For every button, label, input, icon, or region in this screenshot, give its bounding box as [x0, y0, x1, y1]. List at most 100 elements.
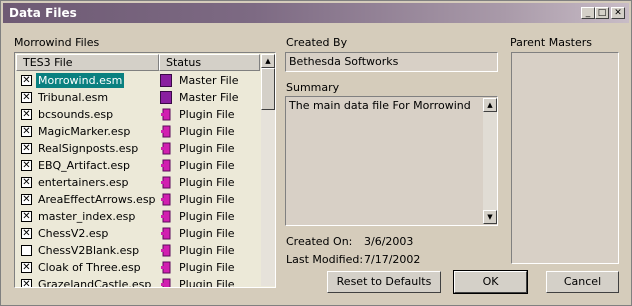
created-on-value: 3/6/2003: [364, 235, 414, 248]
files-list[interactable]: TES3 File Status ✕ Morrowind.esm Master Fi…: [14, 52, 276, 288]
file-name: entertainers.esp: [38, 176, 129, 189]
arrow-up-icon: ▲: [487, 101, 493, 109]
file-checkbox[interactable]: ✕: [21, 211, 32, 222]
created-by-field[interactable]: Bethesda Softworks: [285, 52, 498, 72]
plugin-file-icon: [160, 108, 172, 121]
file-row[interactable]: ✕ master_index.esp Plugin File: [16, 208, 260, 225]
file-row[interactable]: ✕ Cloak of Three.esp Plugin File: [16, 259, 260, 276]
last-modified-label: Last Modified:: [286, 253, 364, 266]
file-name: AreaEffectArrows.esp: [38, 193, 156, 206]
file-name: ChessV2Blank.esp: [38, 244, 140, 257]
file-name: Cloak of Three.esp: [38, 261, 141, 274]
file-row[interactable]: ✕ ChessV2.esp Plugin File: [16, 225, 260, 242]
file-status: Plugin File: [179, 108, 235, 121]
column-header-status[interactable]: Status: [159, 54, 260, 71]
plugin-file-icon: [160, 125, 172, 138]
file-status: Plugin File: [179, 159, 235, 172]
plugin-file-icon: [160, 227, 172, 240]
file-checkbox[interactable]: ✕: [21, 228, 32, 239]
file-checkbox[interactable]: ✕: [21, 143, 32, 154]
plugin-file-icon: [160, 176, 172, 189]
file-status: Plugin File: [179, 142, 235, 155]
files-scrollbar[interactable]: ▲: [261, 54, 275, 286]
file-status: Plugin File: [179, 210, 235, 223]
minimize-icon: _: [585, 8, 591, 18]
plugin-file-icon: [160, 159, 172, 172]
column-header-file[interactable]: TES3 File: [16, 54, 159, 71]
file-status: Master File: [179, 74, 239, 87]
file-status: Plugin File: [179, 193, 235, 206]
file-status: Plugin File: [179, 227, 235, 240]
file-checkbox[interactable]: ✕: [21, 126, 32, 137]
file-name: ChessV2.esp: [38, 227, 109, 240]
data-files-window: Data Files _ □ ✕ Morrowind Files TES3 Fi…: [0, 0, 632, 306]
file-checkbox[interactable]: ✕: [21, 194, 32, 205]
plugin-file-icon: [160, 244, 172, 257]
file-checkbox[interactable]: ✕: [21, 75, 32, 86]
file-checkbox[interactable]: ✕: [21, 177, 32, 188]
file-status: Plugin File: [179, 278, 235, 288]
file-checkbox[interactable]: ✕: [21, 160, 32, 171]
scroll-up-button[interactable]: ▲: [261, 54, 275, 68]
file-name: master_index.esp: [38, 210, 136, 223]
created-on-label: Created On:: [286, 235, 353, 248]
plugin-file-icon: [160, 210, 172, 223]
file-status: Master File: [179, 91, 239, 104]
file-name: bcsounds.esp: [38, 108, 114, 121]
file-checkbox[interactable]: [21, 245, 32, 256]
file-checkbox[interactable]: ✕: [21, 109, 32, 120]
file-row[interactable]: ✕ AreaEffectArrows.esp Plugin File: [16, 191, 260, 208]
file-row[interactable]: ✕ Tribunal.esm Master File: [16, 89, 260, 106]
file-name: Morrowind.esm: [36, 73, 125, 88]
plugin-file-icon: [160, 193, 172, 206]
file-checkbox[interactable]: ✕: [21, 92, 32, 103]
summary-scroll-down-button[interactable]: ▼: [483, 210, 497, 224]
file-row[interactable]: ✕ bcsounds.esp Plugin File: [16, 106, 260, 123]
file-status: Plugin File: [179, 125, 235, 138]
file-row[interactable]: ✕ EBQ_Artifact.esp Plugin File: [16, 157, 260, 174]
file-row[interactable]: ✕ RealSignposts.esp Plugin File: [16, 140, 260, 157]
file-name: RealSignposts.esp: [38, 142, 139, 155]
file-row[interactable]: ✕ entertainers.esp Plugin File: [16, 174, 260, 191]
arrow-up-icon: ▲: [265, 57, 271, 65]
window-title: Data Files: [9, 6, 77, 20]
file-name: GrazelandCastle.esp: [38, 278, 152, 288]
master-file-icon: [160, 91, 172, 104]
file-status: Plugin File: [179, 244, 235, 257]
files-panel-label: Morrowind Files: [14, 36, 100, 49]
file-checkbox[interactable]: ✕: [21, 262, 32, 273]
created-by-label: Created By: [286, 36, 348, 49]
summary-scrollbar[interactable]: ▲ ▼: [483, 98, 497, 224]
file-row[interactable]: ChessV2Blank.esp Plugin File: [16, 242, 260, 259]
minimize-button[interactable]: _: [581, 7, 595, 19]
ok-button[interactable]: OK: [453, 270, 528, 294]
parent-masters-list[interactable]: [511, 52, 619, 264]
parent-masters-label: Parent Masters: [510, 36, 593, 49]
file-checkbox[interactable]: ✕: [21, 279, 32, 287]
file-name: MagicMarker.esp: [38, 125, 131, 138]
master-file-icon: [160, 74, 172, 87]
plugin-file-icon: [160, 261, 172, 274]
title-bar[interactable]: Data Files _ □ ✕: [3, 3, 629, 23]
file-status: Plugin File: [179, 261, 235, 274]
summary-label: Summary: [286, 81, 340, 94]
reset-to-defaults-button[interactable]: Reset to Defaults: [327, 271, 441, 293]
created-by-value: Bethesda Softworks: [289, 55, 399, 68]
summary-field[interactable]: The main data file For Morrowind ▲ ▼: [285, 96, 498, 226]
maximize-icon: □: [597, 8, 607, 18]
file-name: Tribunal.esm: [38, 91, 109, 104]
file-name: EBQ_Artifact.esp: [38, 159, 131, 172]
scroll-thumb[interactable]: [261, 68, 275, 110]
file-row[interactable]: ✕ GrazelandCastle.esp Plugin File: [16, 276, 260, 288]
file-row[interactable]: ✕ MagicMarker.esp Plugin File: [16, 123, 260, 140]
plugin-file-icon: [160, 278, 172, 287]
summary-value: The main data file For Morrowind: [289, 99, 471, 112]
file-status: Plugin File: [179, 176, 235, 189]
maximize-button[interactable]: □: [595, 7, 609, 19]
close-button[interactable]: ✕: [611, 7, 625, 19]
file-row[interactable]: ✕ Morrowind.esm Master File: [16, 72, 260, 89]
summary-scroll-up-button[interactable]: ▲: [483, 98, 497, 112]
plugin-file-icon: [160, 142, 172, 155]
cancel-button[interactable]: Cancel: [546, 271, 619, 293]
last-modified-value: 7/17/2002: [364, 253, 421, 266]
